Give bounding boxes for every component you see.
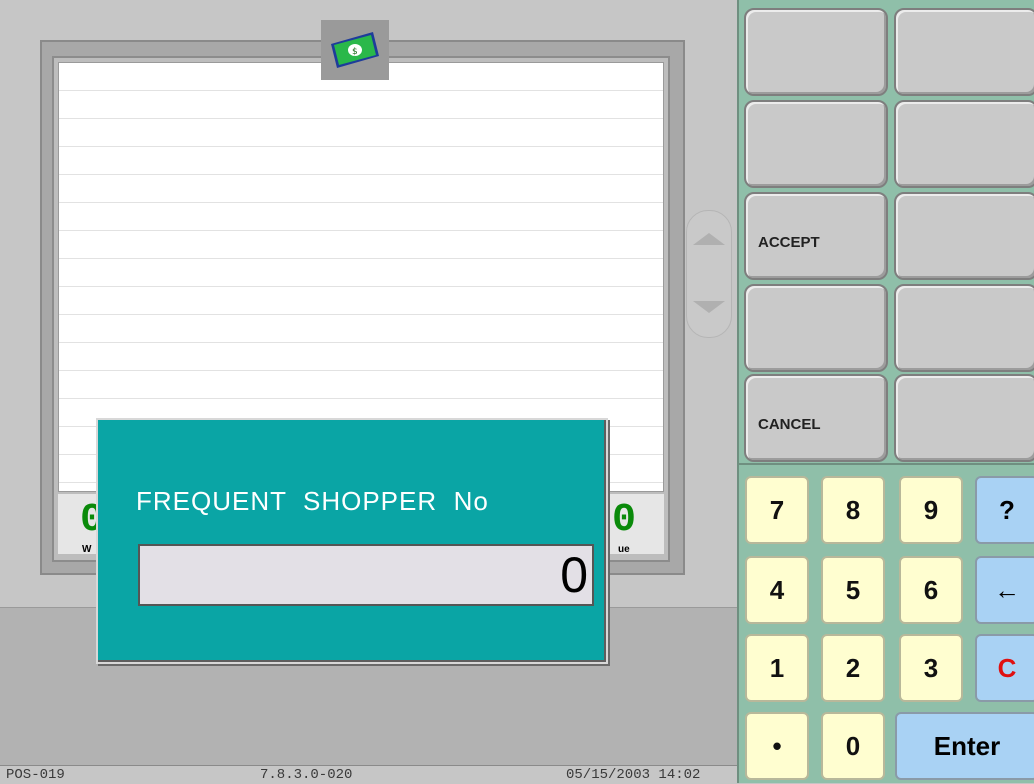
function-button-1[interactable]: [744, 8, 888, 96]
clear-key[interactable]: C: [975, 634, 1034, 702]
key-9[interactable]: 9: [899, 476, 963, 544]
cancel-button-label: CANCEL: [758, 416, 821, 433]
key-2[interactable]: 2: [821, 634, 885, 702]
scroll-down-icon[interactable]: [693, 301, 725, 313]
total-due-label: ue: [618, 544, 630, 555]
function-button-8[interactable]: [894, 284, 1034, 372]
svg-text:$: $: [352, 47, 358, 57]
frequent-shopper-number-field[interactable]: 0: [138, 544, 594, 606]
dollar-bill-icon: $: [321, 20, 389, 80]
key-3[interactable]: 3: [899, 634, 963, 702]
total-left-label: W: [82, 544, 92, 555]
date-time: 05/15/2003 14:02: [566, 767, 701, 783]
key-6[interactable]: 6: [899, 556, 963, 624]
terminal-id: POS-019: [6, 767, 65, 783]
key-4[interactable]: 4: [745, 556, 809, 624]
software-version: 7.8.3.0-020: [260, 767, 353, 783]
receipt-scroll-control[interactable]: [686, 210, 732, 338]
accept-button[interactable]: ACCEPT: [744, 192, 888, 280]
cancel-button[interactable]: CANCEL: [744, 374, 888, 462]
key-8[interactable]: 8: [821, 476, 885, 544]
scroll-up-icon[interactable]: [693, 233, 725, 245]
accept-button-label: ACCEPT: [758, 234, 820, 251]
function-button-4[interactable]: [894, 100, 1034, 188]
key-7[interactable]: 7: [745, 476, 809, 544]
enter-key[interactable]: Enter: [895, 712, 1034, 780]
function-button-7[interactable]: [744, 284, 888, 372]
key-5[interactable]: 5: [821, 556, 885, 624]
transaction-area: 0 W 0 ue $ FREQUENT SHOPPER No 0 POS-019…: [0, 0, 737, 784]
backspace-key[interactable]: ←: [975, 556, 1034, 624]
key-0[interactable]: 0: [821, 712, 885, 780]
decimal-point-key[interactable]: •: [745, 712, 809, 780]
total-due-value: 0: [612, 498, 637, 543]
function-button-2[interactable]: [894, 8, 1034, 96]
keypad-divider: [739, 463, 1034, 465]
key-1[interactable]: 1: [745, 634, 809, 702]
function-button-6[interactable]: [894, 192, 1034, 280]
function-button-10[interactable]: [894, 374, 1034, 462]
function-button-3[interactable]: [744, 100, 888, 188]
dialog-title: FREQUENT SHOPPER No: [136, 486, 489, 516]
help-key[interactable]: ?: [975, 476, 1034, 544]
status-bar: POS-019 7.8.3.0-020 05/15/2003 14:02: [0, 765, 737, 784]
frequent-shopper-dialog: FREQUENT SHOPPER No 0: [96, 418, 608, 664]
right-control-panel: ACCEPT CANCEL 7 8 9 ? 4 5 6 ← 1 2 3 C • …: [737, 0, 1034, 783]
